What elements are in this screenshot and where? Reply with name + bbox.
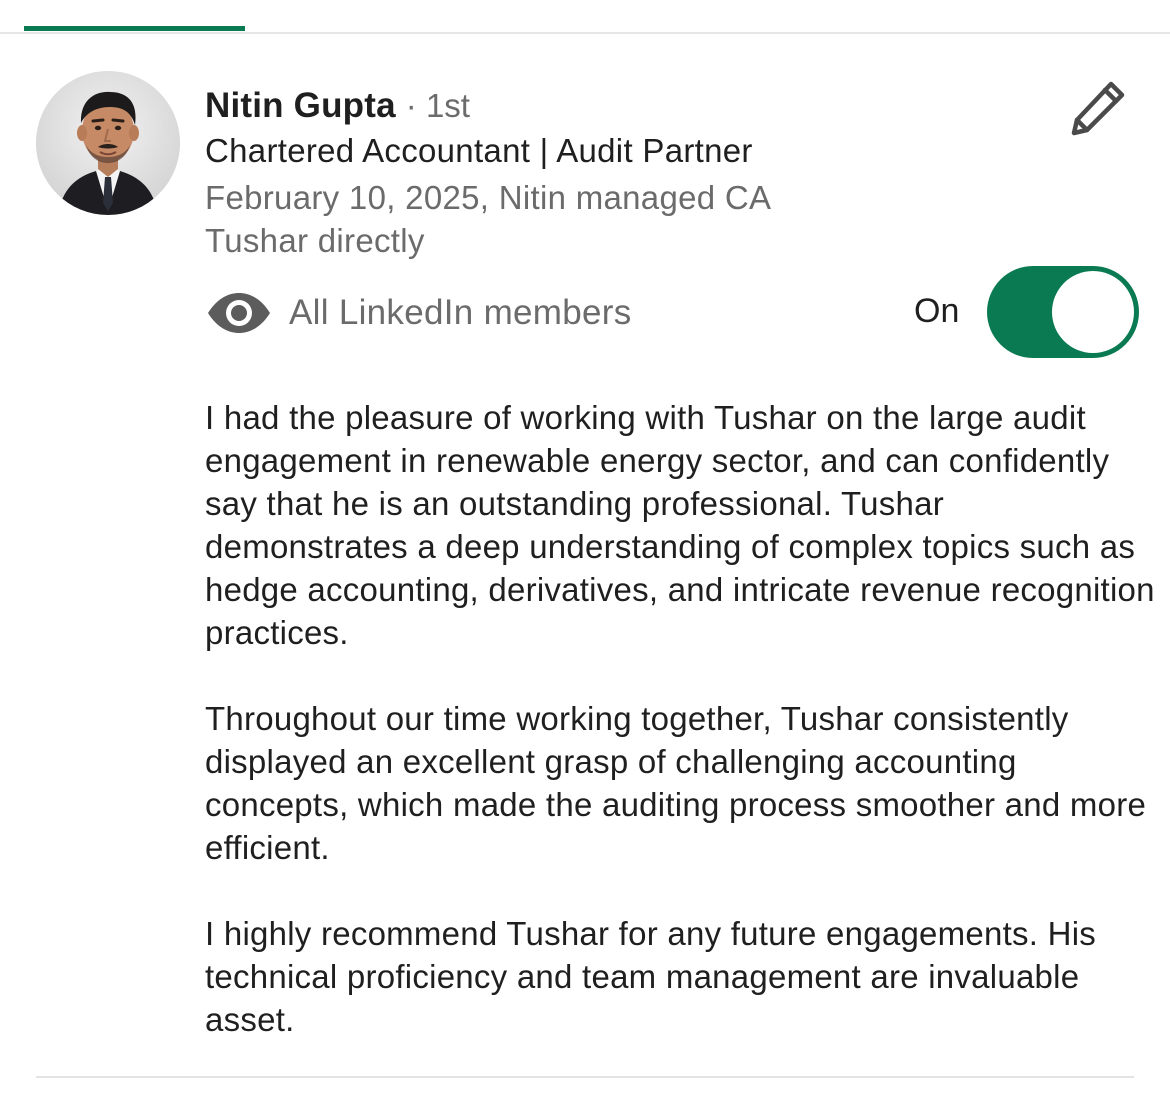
active-tab-indicator[interactable] [24, 26, 245, 31]
author-name[interactable]: Nitin Gupta [205, 86, 396, 126]
connection-degree: · 1st [405, 87, 470, 124]
bottom-divider [36, 1076, 1134, 1078]
recommendation-paragraph: I had the pleasure of working with Tusha… [205, 399, 1155, 651]
recommendation-text: I had the pleasure of working with Tusha… [205, 396, 1155, 1041]
recommendation-paragraph: Throughout our time working together, Tu… [205, 700, 1147, 866]
toggle-state-label: On [914, 292, 960, 330]
tab-bar [0, 0, 1170, 34]
recommendation-relation: February 10, 2025, Nitin managed CA Tush… [205, 179, 770, 259]
profile-photo [36, 71, 180, 215]
author-headline: Chartered Accountant | Audit Partner [205, 132, 753, 169]
visibility-row: All LinkedIn members [205, 286, 632, 340]
pencil-icon [1071, 81, 1125, 136]
edit-recommendation-button[interactable] [1062, 72, 1134, 144]
author-name-row: Nitin Gupta · 1st [205, 86, 470, 128]
toggle-knob[interactable] [1052, 271, 1134, 353]
visibility-toggle[interactable] [987, 266, 1139, 358]
recommendation-paragraph: I highly recommend Tushar for any future… [205, 915, 1097, 1038]
visibility-label: All LinkedIn members [289, 293, 632, 332]
tab-bar-divider [0, 32, 1170, 34]
eye-icon [205, 290, 273, 336]
avatar[interactable] [36, 71, 180, 215]
